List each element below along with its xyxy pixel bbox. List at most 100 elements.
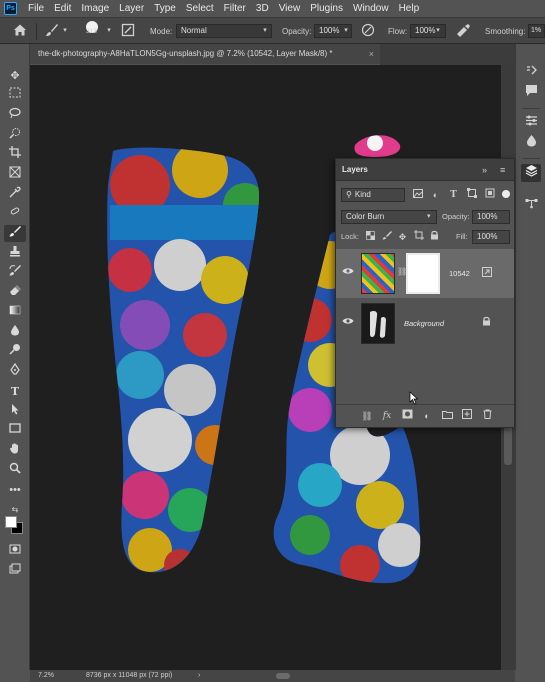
frame-tool-icon[interactable] (4, 166, 26, 183)
document-tab[interactable]: the-dk-photography-A8HaTLON5Gg-unsplash.… (30, 44, 380, 65)
foreground-color-swatch-top[interactable] (5, 516, 17, 528)
panel-menu-icon[interactable]: ≡ (500, 159, 505, 181)
delete-layer-icon[interactable] (478, 408, 496, 424)
chevron-down-icon[interactable]: ▾ (341, 23, 351, 39)
link-layers-icon[interactable]: ⛓ (358, 408, 376, 424)
chevron-down-icon[interactable]: ▾ (433, 23, 443, 39)
pen-tool-icon[interactable] (4, 362, 26, 380)
new-layer-icon[interactable] (458, 408, 476, 424)
blend-mode-select[interactable]: Color Burn (341, 210, 437, 224)
color-panel-icon[interactable] (521, 134, 541, 152)
pixel-filter-icon[interactable] (411, 188, 424, 202)
crop-tool-icon[interactable] (4, 146, 26, 163)
type-filter-icon[interactable]: T (447, 188, 460, 202)
brush-size-label: 313 (86, 28, 97, 35)
lock-all-icon[interactable] (428, 230, 441, 244)
healing-brush-tool-icon[interactable] (4, 205, 26, 222)
home-icon[interactable] (12, 23, 28, 39)
menu-select[interactable]: Select (181, 0, 219, 17)
filter-kind-value: Kind (354, 190, 371, 199)
adjustment-layer-icon[interactable]: ◐ (418, 408, 436, 424)
gradient-tool-icon[interactable] (4, 304, 26, 321)
airbrush-icon[interactable] (455, 23, 471, 39)
status-arrow-icon[interactable]: › (198, 670, 200, 682)
filter-toggle[interactable] (502, 190, 510, 198)
smart-object-filter-icon[interactable] (483, 188, 496, 202)
layer-row-10542[interactable]: ⛓ 10542 (336, 249, 514, 298)
menu-image[interactable]: Image (76, 0, 114, 17)
photoshop-logo[interactable]: Ps (4, 2, 17, 15)
menu-help[interactable]: Help (394, 0, 425, 17)
history-panel-icon[interactable] (521, 64, 541, 82)
adjustment-filter-icon[interactable]: ◐ (429, 188, 442, 202)
eyedropper-tool-icon[interactable] (4, 186, 26, 203)
menu-layer[interactable]: Layer (114, 0, 149, 17)
layers-panel-title[interactable]: Layers (342, 159, 368, 181)
menu-edit[interactable]: Edit (49, 0, 76, 17)
path-selection-tool-icon[interactable] (4, 403, 26, 420)
dodge-tool-icon[interactable] (4, 343, 26, 360)
pressure-opacity-icon[interactable] (360, 23, 376, 39)
clone-stamp-tool-icon[interactable] (4, 245, 26, 262)
layer-name[interactable]: 10542 (449, 249, 470, 298)
marquee-tool-icon[interactable] (4, 87, 26, 104)
blur-tool-icon[interactable] (4, 324, 26, 341)
new-group-icon[interactable] (438, 408, 456, 424)
chevron-down-icon[interactable]: ▾ (60, 23, 70, 39)
menu-view[interactable]: View (274, 0, 306, 17)
history-brush-tool-icon[interactable] (4, 264, 26, 281)
eraser-tool-icon[interactable] (4, 284, 26, 301)
collapse-panel-icon[interactable]: » (482, 159, 487, 181)
layer-mask-thumbnail[interactable] (406, 253, 440, 294)
menu-type[interactable]: Type (149, 0, 181, 17)
menu-window[interactable]: Window (348, 0, 394, 17)
zoom-tool-icon[interactable] (4, 462, 26, 479)
shape-filter-icon[interactable] (465, 188, 478, 202)
screen-mode-icon[interactable] (4, 563, 26, 580)
mode-select[interactable]: Normal (176, 24, 272, 38)
paths-panel-icon[interactable] (521, 196, 541, 214)
lasso-tool-icon[interactable] (4, 107, 26, 124)
layer-lock-icon[interactable] (482, 299, 491, 348)
smoothing-field[interactable]: 1% (528, 24, 545, 38)
quick-selection-tool-icon[interactable] (4, 127, 26, 144)
chevron-down-icon[interactable]: ▾ (104, 23, 114, 39)
adjustments-panel-icon[interactable] (521, 114, 541, 132)
scrollbar-thumb[interactable] (504, 425, 512, 465)
hand-tool-icon[interactable] (4, 442, 26, 459)
visibility-eye-icon[interactable] (342, 265, 354, 279)
lock-transparent-icon[interactable] (364, 230, 377, 244)
brush-tool-icon[interactable] (44, 23, 60, 39)
layer-fill-field[interactable]: 100% (472, 230, 510, 244)
visibility-eye-icon[interactable] (342, 315, 354, 329)
brush-settings-icon[interactable] (120, 23, 136, 39)
layer-row-background[interactable]: Background (336, 299, 514, 348)
brush-tool-icon[interactable] (4, 225, 26, 242)
fill-label: Fill: (456, 232, 468, 241)
horizontal-scroll-thumb[interactable] (276, 673, 290, 679)
lock-artboard-icon[interactable] (412, 230, 425, 244)
move-tool-icon[interactable]: ✥ (4, 68, 26, 85)
rectangle-tool-icon[interactable] (4, 422, 26, 439)
layer-opacity-field[interactable]: 100% (472, 210, 510, 224)
menu-filter[interactable]: Filter (219, 0, 251, 17)
comments-panel-icon[interactable] (521, 84, 541, 102)
type-tool-icon[interactable]: T (4, 383, 26, 400)
lock-position-icon[interactable]: ✥ (396, 230, 409, 244)
menu-file[interactable]: File (23, 0, 49, 17)
lock-fill-row: Lock: ✥ Fill: 100% (336, 227, 514, 247)
zoom-level[interactable]: 7.2% (38, 670, 54, 682)
close-tab-icon[interactable]: × (369, 44, 374, 64)
add-mask-icon[interactable] (398, 408, 416, 424)
menu-plugins[interactable]: Plugins (305, 0, 348, 17)
layers-panel-icon[interactable] (521, 164, 541, 182)
menu-3d[interactable]: 3D (251, 0, 274, 17)
opacity-label: Opacity: (282, 27, 312, 36)
lock-pixels-icon[interactable] (380, 230, 393, 244)
layer-style-fx-icon[interactable]: fx (378, 408, 396, 424)
chevron-down-icon: ▾ (427, 213, 431, 220)
layer-name[interactable]: Background (404, 299, 444, 348)
filter-kind-select[interactable]: ⚲ Kind (341, 188, 405, 202)
more-tools-icon[interactable]: ••• (4, 482, 26, 499)
quick-mask-icon[interactable] (4, 543, 26, 560)
